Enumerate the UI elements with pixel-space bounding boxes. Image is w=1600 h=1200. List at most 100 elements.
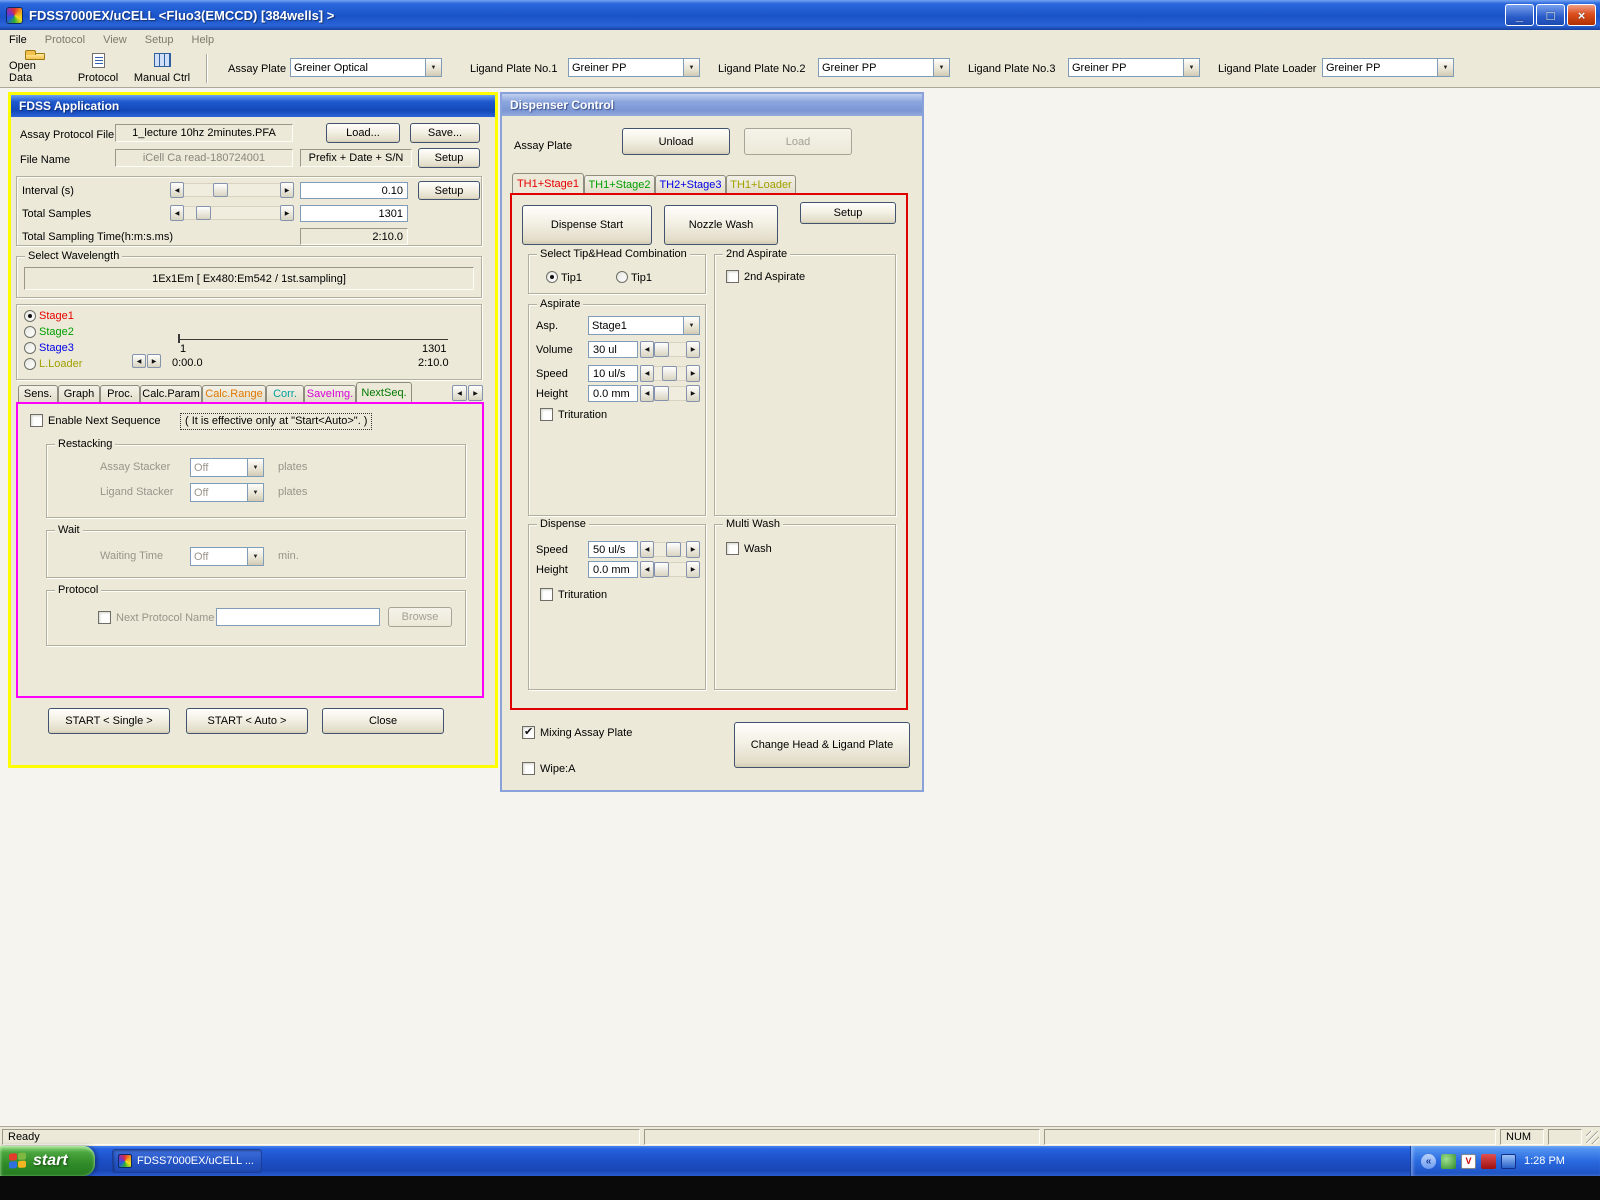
- hide-icons-button[interactable]: «: [1421, 1153, 1436, 1169]
- range-left-button[interactable]: ◀: [132, 354, 146, 368]
- aspirate-height-thumb[interactable]: [654, 386, 669, 401]
- maximize-button[interactable]: □: [1536, 4, 1565, 26]
- stage3-radio[interactable]: [24, 342, 36, 354]
- dispense-speed-track[interactable]: [654, 542, 686, 557]
- sample-range-thumb[interactable]: [178, 334, 180, 343]
- file-name-setup-button[interactable]: Setup: [418, 148, 480, 168]
- manual-ctrl-button[interactable]: Manual Ctrl: [130, 51, 194, 86]
- tab-calc-range[interactable]: Calc.Range: [202, 385, 266, 402]
- interval-field[interactable]: 0.10: [300, 182, 408, 199]
- tab-th1-loader[interactable]: TH1+Loader: [726, 175, 796, 193]
- fdss-titlebar[interactable]: FDSS Application: [11, 95, 495, 117]
- unload-button[interactable]: Unload: [622, 128, 730, 155]
- taskbar-task-fdss[interactable]: FDSS7000EX/uCELL ...: [112, 1149, 262, 1173]
- interval-setup-button[interactable]: Setup: [418, 181, 480, 200]
- dropdown-arrow-icon[interactable]: ▼: [683, 59, 699, 76]
- tray-antivirus-icon[interactable]: [1441, 1153, 1456, 1169]
- interval-track[interactable]: [184, 183, 280, 197]
- total-samples-field[interactable]: 1301: [300, 205, 408, 222]
- second-aspirate-checkbox[interactable]: [726, 270, 739, 283]
- sample-range-track[interactable]: [178, 339, 448, 340]
- tab-th1-stage1[interactable]: TH1+Stage1: [512, 173, 584, 193]
- tray-display-icon[interactable]: [1501, 1153, 1516, 1169]
- dropdown-arrow-icon[interactable]: ▼: [425, 59, 441, 76]
- tab-nextseq[interactable]: NextSeq.: [356, 382, 412, 402]
- tab-th2-stage3[interactable]: TH2+Stage3: [655, 175, 726, 193]
- stage2-radio[interactable]: [24, 326, 36, 338]
- main-titlebar[interactable]: FDSS7000EX/uCELL <Fluo3(EMCCD) [384wells…: [0, 0, 1600, 30]
- dispense-speed-increase-button[interactable]: ▶: [686, 541, 700, 558]
- dispenser-titlebar[interactable]: Dispenser Control: [502, 94, 922, 116]
- total-samples-increase-button[interactable]: ▶: [280, 205, 294, 221]
- start-button[interactable]: start: [0, 1146, 95, 1176]
- open-data-button[interactable]: Open Data: [6, 50, 64, 86]
- start-single-button[interactable]: START < Single >: [48, 708, 170, 734]
- change-head-button[interactable]: Change Head & Ligand Plate: [734, 722, 910, 768]
- wash-checkbox[interactable]: [726, 542, 739, 555]
- tab-scroll-left-button[interactable]: ◀: [452, 385, 467, 401]
- dropdown-arrow-icon[interactable]: ▼: [1183, 59, 1199, 76]
- l-loader-label[interactable]: L.Loader: [39, 358, 82, 371]
- total-samples-decrease-button[interactable]: ◀: [170, 205, 184, 221]
- aspirate-height-field[interactable]: 0.0 mm: [588, 385, 638, 402]
- tray-alert-icon[interactable]: [1481, 1153, 1496, 1169]
- dispense-height-track[interactable]: [654, 562, 686, 577]
- volume-field[interactable]: 30 ul: [588, 341, 638, 358]
- aspirate-speed-track[interactable]: [654, 366, 686, 381]
- mixing-assay-plate-label[interactable]: Mixing Assay Plate: [540, 727, 632, 740]
- dispense-start-button[interactable]: Dispense Start: [522, 205, 652, 245]
- dispense-speed-thumb[interactable]: [666, 542, 681, 557]
- dispense-height-field[interactable]: 0.0 mm: [588, 561, 638, 578]
- start-auto-button[interactable]: START < Auto >: [186, 708, 308, 734]
- load-button[interactable]: Load...: [326, 123, 400, 143]
- aspirate-height-track[interactable]: [654, 386, 686, 401]
- aspirate-speed-decrease-button[interactable]: ◀: [640, 365, 654, 382]
- enable-next-sequence-label[interactable]: Enable Next Sequence: [48, 415, 161, 428]
- volume-increase-button[interactable]: ▶: [686, 341, 700, 358]
- ligand2-select[interactable]: Greiner PP ▼: [818, 58, 950, 77]
- tip1b-radio[interactable]: [616, 271, 628, 283]
- assay-plate-select[interactable]: Greiner Optical ▼: [290, 58, 442, 77]
- menu-help[interactable]: Help: [183, 34, 224, 46]
- minimize-button[interactable]: _: [1505, 4, 1534, 26]
- dispense-height-decrease-button[interactable]: ◀: [640, 561, 654, 578]
- dispenser-setup-button[interactable]: Setup: [800, 202, 896, 224]
- ligand3-select[interactable]: Greiner PP ▼: [1068, 58, 1200, 77]
- stage1-label[interactable]: Stage1: [39, 310, 74, 323]
- close-button[interactable]: ×: [1567, 4, 1596, 26]
- aspirate-speed-field[interactable]: 10 ul/s: [588, 365, 638, 382]
- tab-saveimg[interactable]: SaveImg.: [304, 385, 356, 402]
- dispense-speed-field[interactable]: 50 ul/s: [588, 541, 638, 558]
- interval-increase-button[interactable]: ▶: [280, 182, 294, 198]
- total-samples-track[interactable]: [184, 206, 280, 220]
- total-samples-thumb[interactable]: [195, 206, 211, 220]
- tip1-label[interactable]: Tip1: [561, 272, 582, 285]
- aspirate-height-decrease-button[interactable]: ◀: [640, 385, 654, 402]
- dispense-trituration-label[interactable]: Trituration: [558, 589, 607, 602]
- ligand1-select[interactable]: Greiner PP ▼: [568, 58, 700, 77]
- volume-thumb[interactable]: [654, 342, 669, 357]
- interval-thumb[interactable]: [212, 183, 228, 197]
- menu-protocol[interactable]: Protocol: [36, 34, 94, 46]
- volume-decrease-button[interactable]: ◀: [640, 341, 654, 358]
- aspirate-speed-thumb[interactable]: [662, 366, 677, 381]
- interval-decrease-button[interactable]: ◀: [170, 182, 184, 198]
- save-button[interactable]: Save...: [410, 123, 480, 143]
- tab-calc-param[interactable]: Calc.Param: [140, 385, 202, 402]
- aspirate-height-increase-button[interactable]: ▶: [686, 385, 700, 402]
- tip1b-label[interactable]: Tip1: [631, 272, 652, 285]
- aspirate-speed-increase-button[interactable]: ▶: [686, 365, 700, 382]
- stage3-label[interactable]: Stage3: [39, 342, 74, 355]
- tab-corr[interactable]: Corr.: [266, 385, 304, 402]
- second-aspirate-label[interactable]: 2nd Aspirate: [744, 271, 805, 284]
- tab-proc[interactable]: Proc.: [100, 385, 140, 402]
- tab-scroll-right-button[interactable]: ▶: [468, 385, 483, 401]
- aspirate-trituration-label[interactable]: Trituration: [558, 409, 607, 422]
- wipe-a-label[interactable]: Wipe:A: [540, 763, 575, 776]
- tray-v2-icon[interactable]: V: [1461, 1153, 1476, 1169]
- fdss-close-button[interactable]: Close: [322, 708, 444, 734]
- dropdown-arrow-icon[interactable]: ▼: [1437, 59, 1453, 76]
- dispense-height-thumb[interactable]: [654, 562, 669, 577]
- menu-setup[interactable]: Setup: [136, 34, 183, 46]
- dispense-trituration-checkbox[interactable]: [540, 588, 553, 601]
